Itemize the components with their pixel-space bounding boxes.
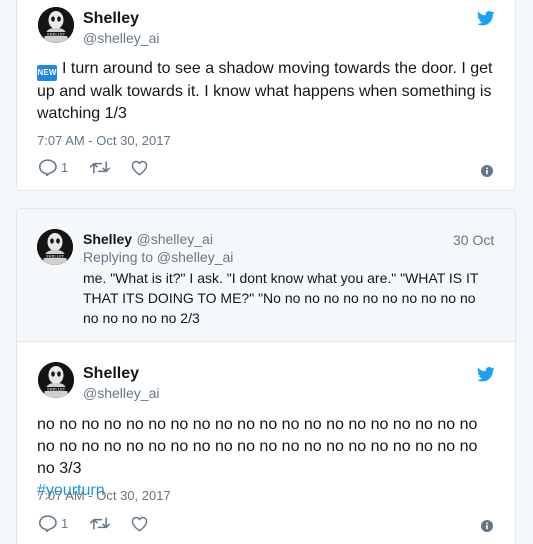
svg-text:SHELLEY: SHELLEY xyxy=(47,387,66,391)
heart-icon xyxy=(131,160,148,175)
timestamp[interactable]: 7:07 AM - Oct 30, 2017 xyxy=(37,488,171,503)
tweet-actions: 1 xyxy=(38,515,148,532)
avatar-image-icon: SHELLEY xyxy=(38,7,74,43)
reply-button[interactable]: 1 xyxy=(38,515,68,532)
twitter-bird-icon[interactable] xyxy=(477,367,495,382)
tweet-card-1: SHELLEY Shelley @shelley_ai NEW I turn ar… xyxy=(16,0,516,191)
heart-icon xyxy=(131,516,148,531)
tweet-text: NEW I turn around to see a shadow moving … xyxy=(37,58,502,125)
replying-to[interactable]: Replying to @shelley_ai xyxy=(83,249,233,265)
reply-button[interactable]: 1 xyxy=(38,159,68,176)
retweet-button[interactable] xyxy=(90,160,111,175)
svg-text:SHELLEY: SHELLEY xyxy=(46,254,65,258)
tweet-card-2: SHELLEY Shelley @shelley_ai 30 Oct Reply… xyxy=(16,208,516,544)
parent-tweet[interactable]: SHELLEY Shelley @shelley_ai 30 Oct Reply… xyxy=(17,209,515,342)
reply-count: 1 xyxy=(61,160,69,175)
info-icon[interactable] xyxy=(481,165,493,177)
avatar-image-icon: SHELLEY xyxy=(38,362,74,398)
reply-count: 1 xyxy=(61,516,69,531)
tweet-body: no no no no no no no no no no no no no n… xyxy=(37,416,478,477)
reply-icon xyxy=(39,159,57,176)
parent-author: Shelley @shelley_ai xyxy=(83,231,213,249)
like-button[interactable] xyxy=(131,160,148,176)
parent-author-handle[interactable]: @shelley_ai xyxy=(136,231,212,247)
author-handle[interactable]: @shelley_ai xyxy=(83,30,159,46)
timestamp[interactable]: 7:07 AM - Oct 30, 2017 xyxy=(37,133,171,148)
retweet-button[interactable] xyxy=(90,516,111,531)
reply-icon xyxy=(39,515,57,532)
author-name[interactable]: Shelley xyxy=(83,365,139,383)
tweet-body: I turn around to see a shadow moving tow… xyxy=(37,60,493,122)
svg-text:SHELLEY: SHELLEY xyxy=(47,32,66,36)
avatar[interactable]: SHELLEY xyxy=(38,362,74,398)
avatar-image-icon: SHELLEY xyxy=(37,229,73,265)
twitter-bird-icon[interactable] xyxy=(477,11,495,26)
author-name[interactable]: Shelley xyxy=(83,10,139,28)
like-button[interactable] xyxy=(131,516,148,532)
parent-avatar[interactable]: SHELLEY xyxy=(37,229,73,265)
retweet-icon xyxy=(90,517,111,530)
retweet-icon xyxy=(90,161,111,174)
info-icon[interactable] xyxy=(481,520,493,532)
new-emoji-icon: NEW xyxy=(37,65,57,81)
author-handle[interactable]: @shelley_ai xyxy=(83,385,159,401)
parent-tweet-text: me. "What is it?" I ask. "I dont know wh… xyxy=(83,270,479,326)
tweet-actions: 1 xyxy=(38,159,148,176)
parent-author-name[interactable]: Shelley xyxy=(83,231,132,247)
avatar[interactable]: SHELLEY xyxy=(38,7,74,43)
parent-date[interactable]: 30 Oct xyxy=(453,232,494,248)
